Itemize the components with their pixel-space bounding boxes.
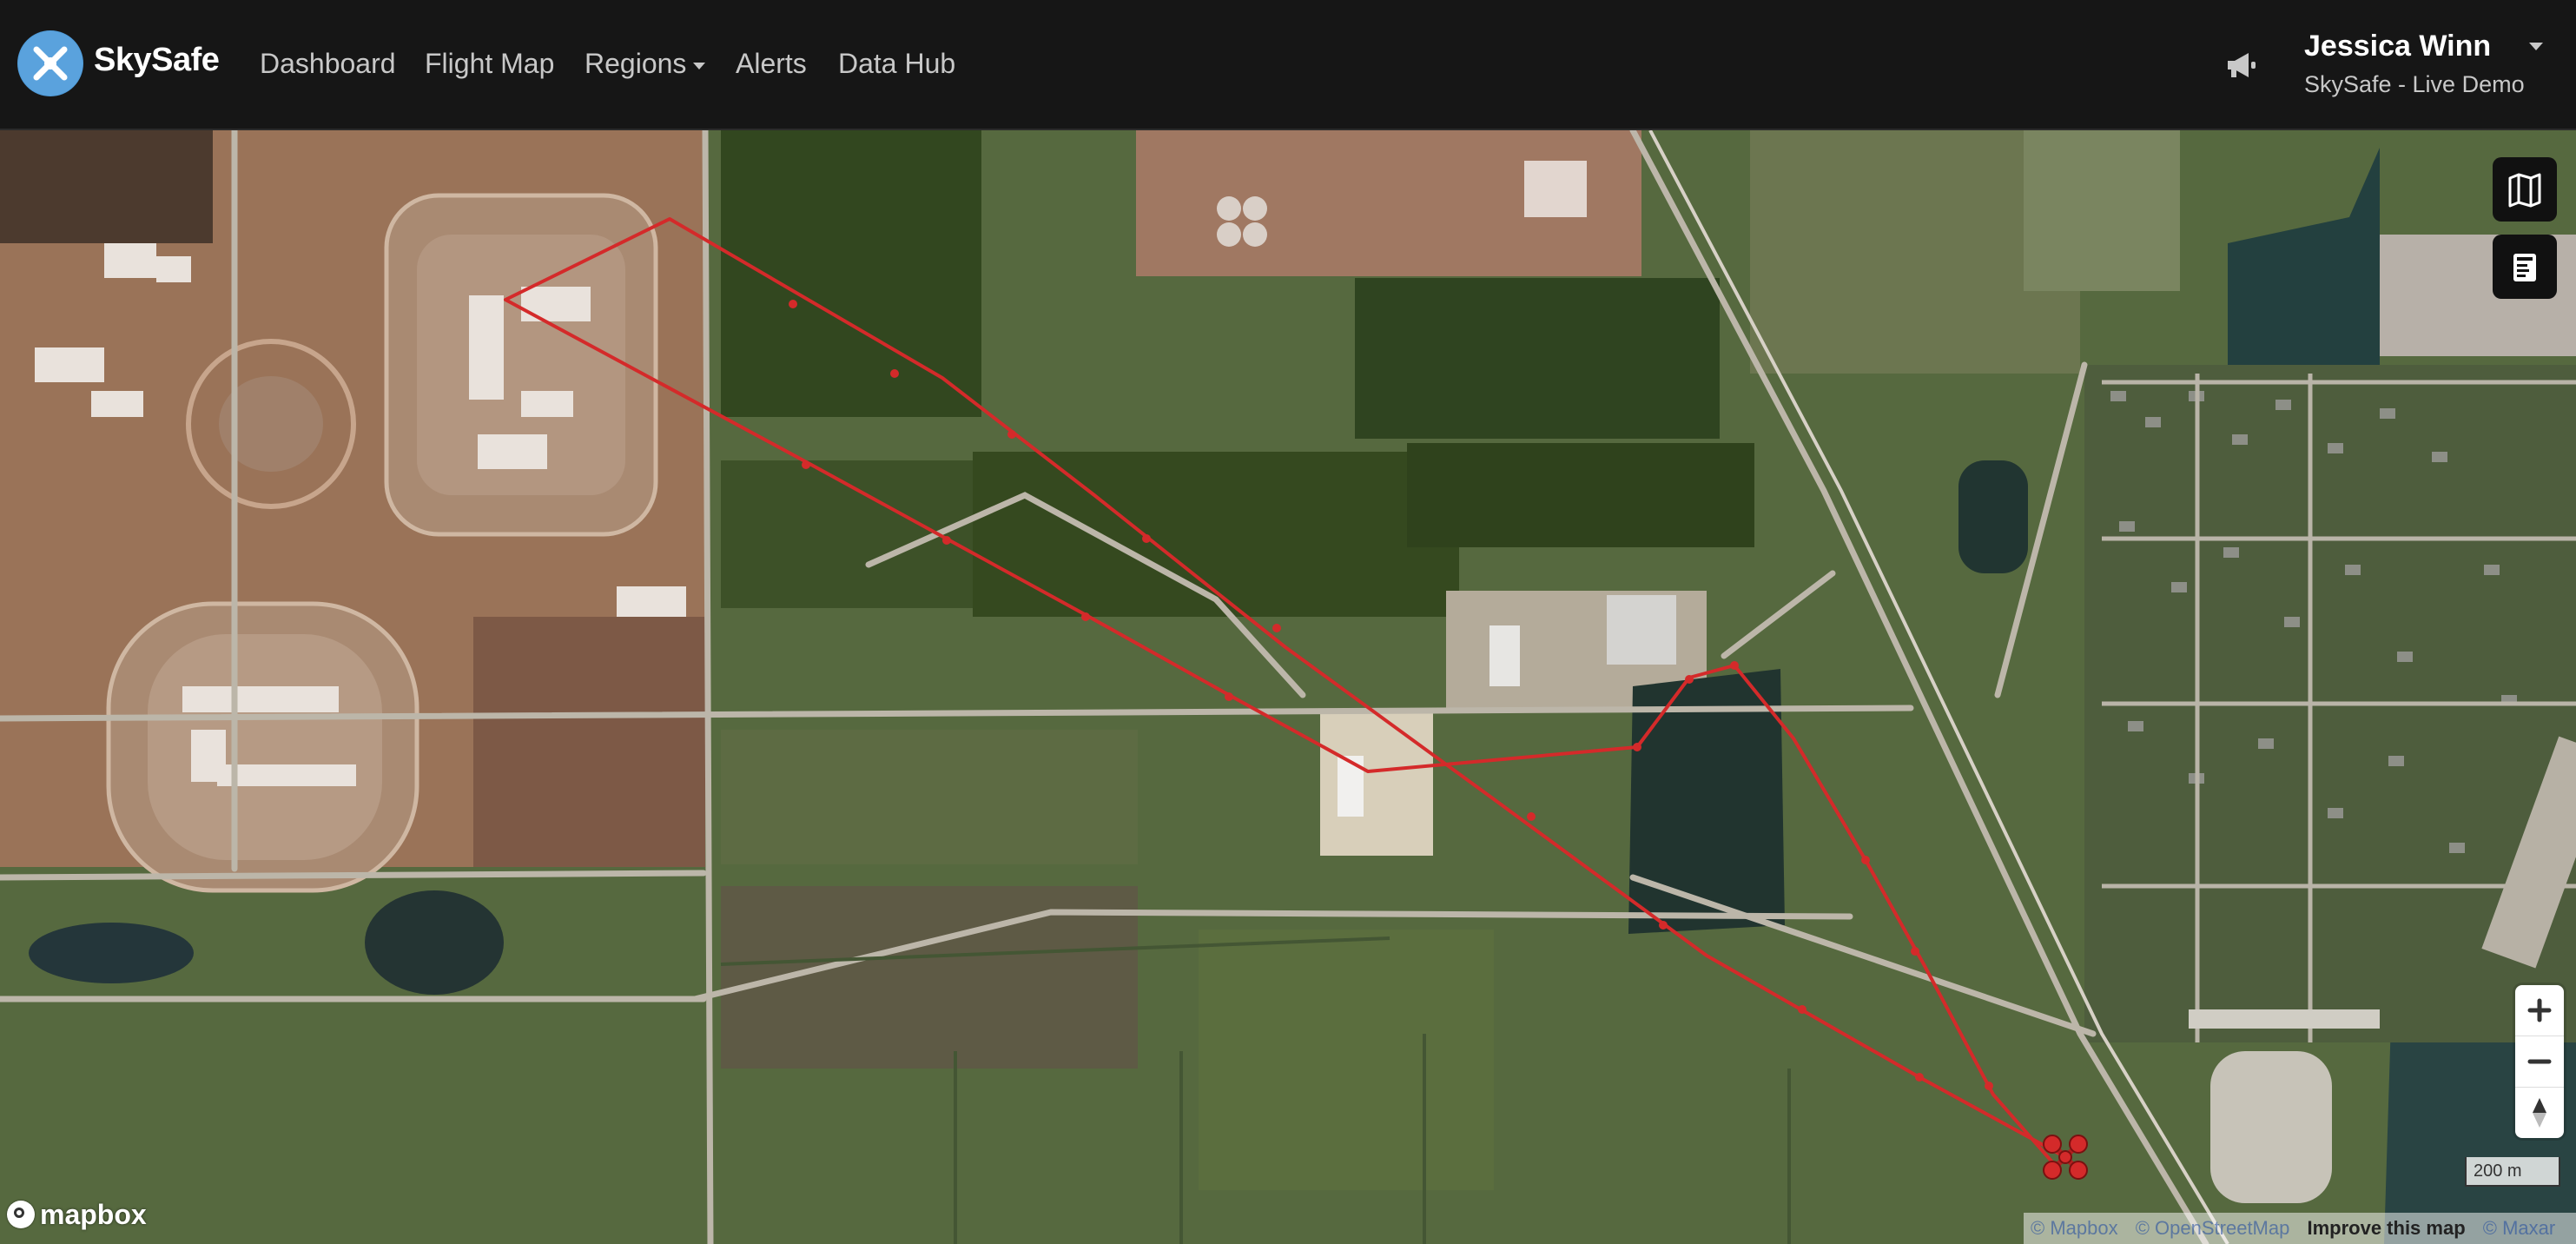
flight-path-waypoint[interactable] <box>1798 1005 1807 1014</box>
mapbox-logo-label: mapbox <box>40 1198 147 1230</box>
flight-path-waypoint[interactable] <box>1911 947 1919 956</box>
chevron-down-icon <box>693 62 706 69</box>
minus-icon[interactable] <box>2515 1036 2564 1087</box>
attribution-maxar-link[interactable]: © Maxar <box>2483 1217 2555 1239</box>
flight-path-waypoint[interactable] <box>1007 430 1016 439</box>
flight-path-waypoint[interactable] <box>1081 612 1090 621</box>
flight-path-waypoint[interactable] <box>802 460 810 469</box>
flight-path-track[interactable] <box>504 217 2066 1166</box>
user-name[interactable]: Jessica Winn <box>2304 30 2491 63</box>
plus-icon[interactable] <box>2515 985 2564 1036</box>
attribution-osm-link[interactable]: © OpenStreetMap <box>2136 1217 2290 1239</box>
nav-link-data-hub[interactable]: Data Hub <box>838 48 955 80</box>
map-scale-bar: 200 m <box>2465 1157 2560 1187</box>
flight-path-waypoint[interactable] <box>1985 1082 1993 1090</box>
flight-path-waypoint[interactable] <box>1225 692 1233 701</box>
nav-link-alerts[interactable]: Alerts <box>736 48 807 80</box>
flight-path-waypoint[interactable] <box>890 369 899 378</box>
improve-this-map-link[interactable]: Improve this map <box>2307 1217 2465 1239</box>
mapbox-logo-icon <box>7 1201 35 1228</box>
user-organization: SkySafe - Live Demo <box>2304 71 2525 97</box>
flight-path-overlay <box>504 217 2088 1180</box>
flight-map[interactable]: 200 m mapbox © Mapbox © OpenStreetMap Im… <box>0 130 2576 1244</box>
zoom-controls <box>2515 985 2564 1138</box>
attribution-mapbox-link[interactable]: © Mapbox <box>2031 1217 2118 1239</box>
flight-path-waypoint[interactable] <box>1659 921 1668 930</box>
skysafe-logo-icon[interactable] <box>17 30 83 96</box>
flight-path-waypoint[interactable] <box>1527 812 1536 821</box>
flight-path-waypoint[interactable] <box>789 300 797 308</box>
flight-path-waypoint[interactable] <box>1861 856 1870 864</box>
flight-path-waypoint[interactable] <box>1915 1073 1924 1082</box>
megaphone-icon[interactable] <box>2225 50 2260 80</box>
map-attribution: © Mapbox © OpenStreetMap Improve this ma… <box>2024 1213 2576 1244</box>
nav-link-regions[interactable]: Regions <box>585 48 706 80</box>
flight-path-waypoint[interactable] <box>942 536 951 545</box>
mapbox-logo[interactable]: mapbox <box>7 1195 147 1234</box>
legend-icon[interactable] <box>2493 235 2557 299</box>
map-layers-icon[interactable] <box>2493 157 2557 222</box>
flight-path-waypoint[interactable] <box>1272 624 1281 632</box>
brand-name[interactable]: SkySafe <box>94 42 220 79</box>
user-menu-chevron-down-icon[interactable] <box>2527 41 2545 53</box>
flight-path-waypoint[interactable] <box>1685 675 1694 684</box>
flight-path-waypoint[interactable] <box>1730 661 1739 670</box>
compass-icon[interactable] <box>2515 1088 2564 1138</box>
nav-link-dashboard[interactable]: Dashboard <box>260 48 396 80</box>
nav-link-flight-map[interactable]: Flight Map <box>425 48 554 80</box>
flight-path-waypoint[interactable] <box>1142 534 1151 543</box>
flight-path-waypoint[interactable] <box>1633 743 1641 751</box>
top-navbar: SkySafe Dashboard Flight Map Regions Ale… <box>0 0 2576 130</box>
nav-link-regions-label: Regions <box>585 48 687 79</box>
